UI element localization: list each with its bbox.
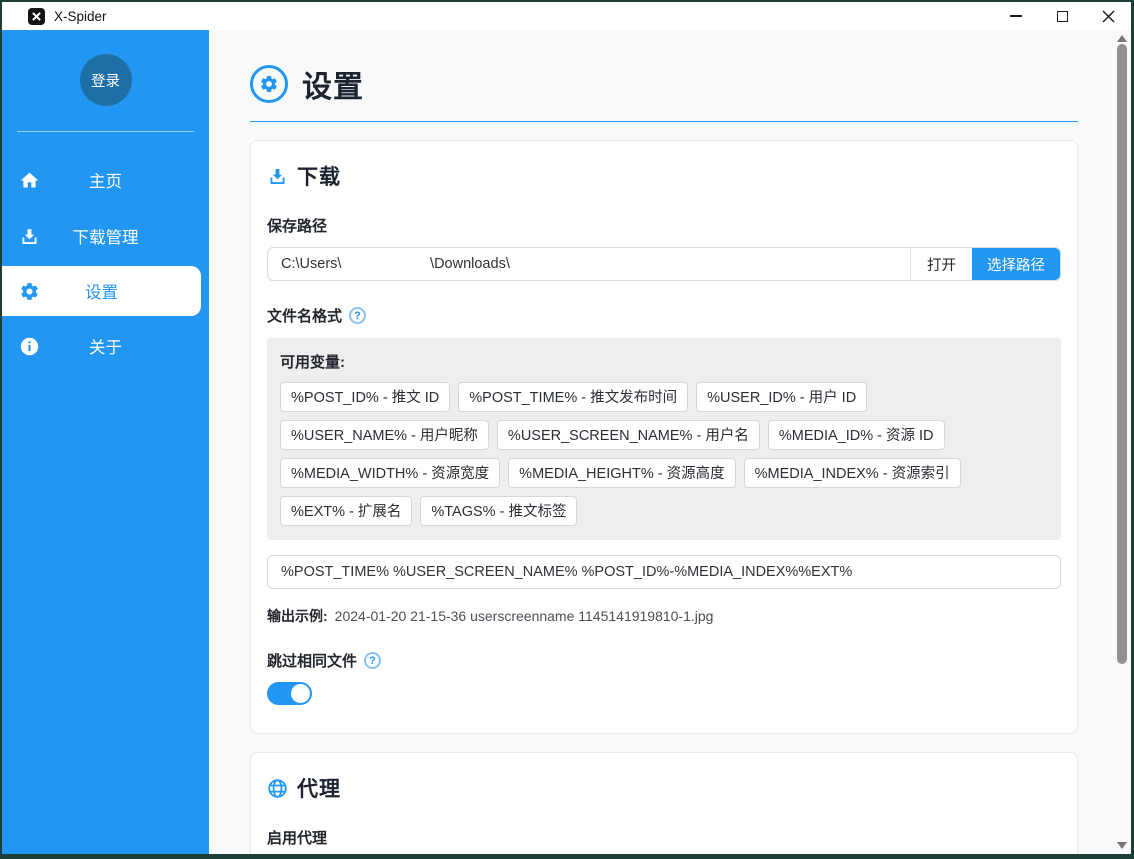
sidebar-item-settings[interactable]: 设置 xyxy=(2,266,201,316)
scrollbar-down-arrow[interactable] xyxy=(1117,842,1127,849)
scrollbar-thumb[interactable] xyxy=(1117,44,1127,664)
maximize-icon xyxy=(1057,11,1068,22)
variable-chip-media-index[interactable]: %MEDIA_INDEX% - 资源索引 xyxy=(744,458,961,488)
filename-format-input[interactable] xyxy=(267,555,1061,589)
skip-same-label-row: 跳过相同文件 ? xyxy=(267,650,1061,671)
sidebar-divider xyxy=(17,131,194,132)
choose-path-button[interactable]: 选择路径 xyxy=(972,248,1060,280)
download-settings-card: 下载 保存路径 打开 选择路径 文件名格式 ? xyxy=(250,140,1078,734)
proxy-section-title: 代理 xyxy=(267,773,1061,803)
proxy-section-label: 代理 xyxy=(297,773,341,803)
variable-chip-tags[interactable]: %TAGS% - 推文标签 xyxy=(420,496,577,526)
output-example: 输出示例: 2024-01-20 21-15-36 userscreenname… xyxy=(267,606,1061,626)
save-path-label: 保存路径 xyxy=(267,215,1061,236)
login-avatar[interactable]: 登录 xyxy=(80,54,132,106)
variable-chip-media-height[interactable]: %MEDIA_HEIGHT% - 资源高度 xyxy=(508,458,735,488)
variable-chips: %POST_ID% - 推文 ID %POST_TIME% - 推文发布时间 %… xyxy=(280,382,1048,526)
info-icon xyxy=(19,336,40,357)
settings-gear-icon xyxy=(250,65,288,103)
scrollbar[interactable] xyxy=(1114,30,1131,854)
globe-icon xyxy=(267,778,288,799)
proxy-settings-card: 代理 启用代理 代理地址 xyxy=(250,752,1078,854)
open-button[interactable]: 打开 xyxy=(910,248,972,280)
skip-same-label: 跳过相同文件 xyxy=(267,650,357,671)
variable-chip-user-name[interactable]: %USER_NAME% - 用户昵称 xyxy=(280,420,489,450)
settings-page: 设置 下载 保存路径 打开 xyxy=(209,30,1131,854)
sidebar: 登录 主页 下载管理 xyxy=(2,30,209,854)
sidebar-item-download-manager[interactable]: 下载管理 xyxy=(2,210,209,262)
window-controls xyxy=(993,2,1131,30)
minimize-button[interactable] xyxy=(993,2,1039,30)
page-header: 设置 xyxy=(250,62,1078,106)
login-label: 登录 xyxy=(91,70,120,91)
download-section-title: 下载 xyxy=(267,161,1061,191)
save-path-group: 打开 选择路径 xyxy=(267,247,1061,281)
filename-format-label: 文件名格式 xyxy=(267,305,342,326)
gear-icon xyxy=(19,281,40,302)
page-title: 设置 xyxy=(302,62,364,106)
variables-label: 可用变量: xyxy=(280,351,1048,372)
close-icon xyxy=(1102,10,1115,23)
help-icon[interactable]: ? xyxy=(364,652,381,669)
output-example-label: 输出示例: xyxy=(267,606,328,626)
sidebar-nav: 主页 下载管理 设置 xyxy=(2,154,209,372)
variable-chip-media-id[interactable]: %MEDIA_ID% - 资源 ID xyxy=(768,420,945,450)
help-icon[interactable]: ? xyxy=(349,307,366,324)
skip-same-toggle[interactable] xyxy=(267,682,312,705)
save-path-input[interactable] xyxy=(268,248,910,280)
download-icon xyxy=(19,226,40,247)
scrollbar-up-arrow[interactable] xyxy=(1117,35,1127,42)
app-window: X-Spider 登录 主页 xyxy=(0,0,1134,859)
app-title: X-Spider xyxy=(54,9,107,24)
main-area: 设置 下载 保存路径 打开 xyxy=(209,30,1131,854)
variable-chip-user-screen-name[interactable]: %USER_SCREEN_NAME% - 用户名 xyxy=(497,420,760,450)
sidebar-item-home[interactable]: 主页 xyxy=(2,154,209,206)
sidebar-item-about[interactable]: 关于 xyxy=(2,320,209,372)
variable-chip-post-time[interactable]: %POST_TIME% - 推文发布时间 xyxy=(458,382,688,412)
app-logo-icon xyxy=(28,8,45,25)
download-icon xyxy=(267,166,288,187)
variable-chip-ext[interactable]: %EXT% - 扩展名 xyxy=(280,496,412,526)
variables-panel: 可用变量: %POST_ID% - 推文 ID %POST_TIME% - 推文… xyxy=(267,338,1061,540)
titlebar: X-Spider xyxy=(2,2,1131,30)
download-section-label: 下载 xyxy=(297,161,341,191)
toggle-knob xyxy=(291,684,310,703)
home-icon xyxy=(19,170,40,191)
filename-format-label-row: 文件名格式 ? xyxy=(267,305,1061,326)
minimize-icon xyxy=(1010,15,1022,17)
enable-proxy-label: 启用代理 xyxy=(267,827,1061,848)
header-divider xyxy=(250,121,1078,122)
variable-chip-media-width[interactable]: %MEDIA_WIDTH% - 资源宽度 xyxy=(280,458,500,488)
close-button[interactable] xyxy=(1085,2,1131,30)
variable-chip-post-id[interactable]: %POST_ID% - 推文 ID xyxy=(280,382,450,412)
variable-chip-user-id[interactable]: %USER_ID% - 用户 ID xyxy=(696,382,867,412)
maximize-button[interactable] xyxy=(1039,2,1085,30)
output-example-value: 2024-01-20 21-15-36 userscreenname 11451… xyxy=(335,608,714,624)
